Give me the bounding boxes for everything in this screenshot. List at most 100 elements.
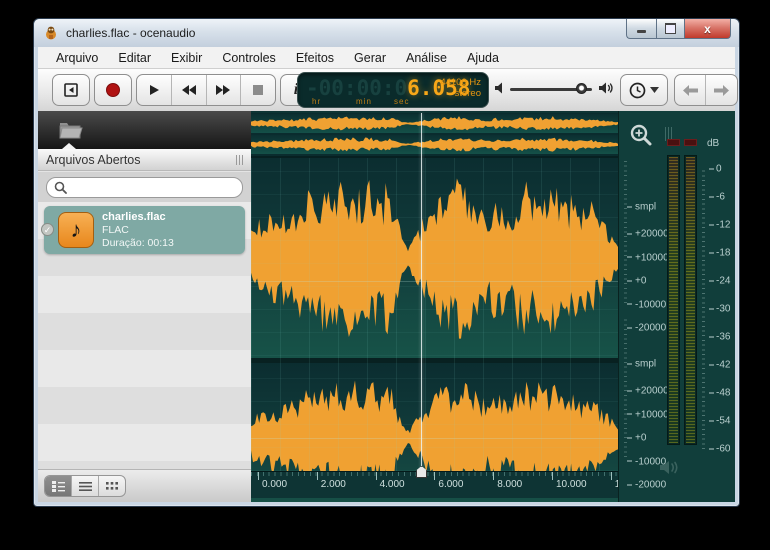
fast-forward-button[interactable] <box>207 75 242 105</box>
db-tick-label: 0 <box>709 164 722 175</box>
history-nav-group <box>674 74 738 106</box>
amplitude-label: +20000 <box>627 229 669 240</box>
zoom-in-icon[interactable] <box>629 123 653 147</box>
unit-sec-label: sec <box>394 97 409 106</box>
title-bar[interactable]: charlies.flac - ocenaudio x <box>34 19 739 47</box>
playhead-line <box>421 113 422 471</box>
volume-low-icon <box>494 81 506 95</box>
file-duration: Duração: 00:13 <box>102 237 174 250</box>
overview-channel-left <box>251 114 618 133</box>
timeline-major-tick <box>258 472 259 480</box>
grid-overlay <box>251 158 618 471</box>
db-tick-label: -36 <box>709 332 730 343</box>
level-meter-left <box>667 155 680 445</box>
panel-grip-icon[interactable] <box>236 155 243 165</box>
search-input[interactable] <box>71 179 236 196</box>
stop-button[interactable] <box>241 75 275 105</box>
minimize-icon <box>637 30 646 33</box>
view-mode-group <box>44 475 126 497</box>
minimize-button[interactable] <box>626 19 656 39</box>
menu-item-arquivo[interactable]: Arquivo <box>46 49 108 67</box>
amplitude-label: +0 <box>627 276 646 287</box>
amplitude-label: +20000 <box>627 386 669 397</box>
file-format: FLAC <box>102 224 174 237</box>
time-display: -00:00:06.058 hr min sec 44100 Hz stereo <box>297 72 489 108</box>
search-icon <box>54 181 67 194</box>
menu-item-ajuda[interactable]: Ajuda <box>457 49 509 67</box>
chevron-down-icon <box>650 87 659 93</box>
db-tick-label: -54 <box>709 416 730 427</box>
file-check-icon[interactable]: ✓ <box>41 223 54 236</box>
db-tick-label: -42 <box>709 360 730 371</box>
play-button[interactable] <box>137 75 172 105</box>
view-details-icon <box>52 481 65 492</box>
amplitude-label: smpl <box>627 202 656 213</box>
menu-bar: ArquivoEditarExibirControlesEfeitosGerar… <box>38 47 735 69</box>
view-grid-icon <box>106 481 118 492</box>
clip-indicator-left[interactable] <box>667 139 680 146</box>
overview-strip[interactable] <box>251 113 618 158</box>
panel-title: Arquivos Abertos <box>46 153 236 167</box>
rewind-button[interactable] <box>172 75 207 105</box>
timeline-major-tick <box>434 472 435 480</box>
timeline-major-tick <box>552 472 553 480</box>
close-icon: x <box>704 22 711 36</box>
go-to-start-button[interactable] <box>52 74 90 106</box>
go-to-start-icon <box>63 82 79 98</box>
monitor-speaker-icon[interactable] <box>659 459 681 476</box>
timeline-tick-label: 10.000 <box>556 479 587 490</box>
amplitude-label: -10000 <box>627 299 666 310</box>
time-format-button[interactable] <box>620 74 668 106</box>
timeline-tick-label: 0.000 <box>262 479 287 490</box>
fast-forward-icon <box>215 84 231 96</box>
clock-icon <box>629 82 646 99</box>
menu-item-controles[interactable]: Controles <box>212 49 286 67</box>
waveform-editor[interactable]: 0.0002.0004.0006.0008.00010.00012.000 sm… <box>251 111 735 502</box>
menu-item-gerar[interactable]: Gerar <box>344 49 396 67</box>
close-button[interactable]: x <box>685 19 731 39</box>
maximize-icon <box>665 23 676 34</box>
view-grid-button[interactable] <box>99 476 125 496</box>
menu-item-efeitos[interactable]: Efeitos <box>286 49 344 67</box>
record-button[interactable] <box>94 74 132 106</box>
undo-back-button[interactable] <box>675 75 706 105</box>
sidebar-bottom-bar <box>38 469 251 502</box>
timeline-major-tick <box>493 472 494 480</box>
view-details-button[interactable] <box>45 476 72 496</box>
amplitude-label: +10000 <box>627 252 669 263</box>
timeline-ruler[interactable]: 0.0002.0004.0006.0008.00010.00012.000 <box>251 471 618 498</box>
menu-item-análise[interactable]: Análise <box>396 49 457 67</box>
open-files-list: ✓ ♪ charlies.flac FLAC Duração: 00:13 <box>38 202 251 470</box>
volume-slider-knob[interactable] <box>576 83 587 94</box>
app-window: charlies.flac - ocenaudio x ArquivoEdita… <box>33 18 740 507</box>
record-icon <box>105 82 121 98</box>
amplitude-label: -20000 <box>627 323 666 334</box>
stereo-label: stereo <box>440 88 481 99</box>
menu-item-exibir[interactable]: Exibir <box>161 49 212 67</box>
window-title: charlies.flac - ocenaudio <box>66 26 195 40</box>
db-scale-title: dB <box>707 138 719 149</box>
volume-slider[interactable] <box>510 88 592 91</box>
transport-group <box>136 74 276 106</box>
db-tick-label: -6 <box>709 192 725 203</box>
toolbar: i -00:00:06.058 hr min sec 44100 Hz ster… <box>38 69 735 112</box>
sample-rate-label: 44100 Hz <box>440 77 481 88</box>
open-files-folder-icon[interactable] <box>58 119 84 141</box>
file-name: charlies.flac <box>102 211 174 224</box>
maximize-button[interactable] <box>656 19 685 39</box>
redo-forward-button[interactable] <box>706 75 736 105</box>
file-list-item[interactable]: ✓ ♪ charlies.flac FLAC Duração: 00:13 <box>44 206 245 254</box>
amplitude-label: -20000 <box>627 480 666 491</box>
menu-item-editar[interactable]: Editar <box>108 49 161 67</box>
amplitude-label: +0 <box>627 433 646 444</box>
stop-icon <box>252 84 264 96</box>
sidebar-tab-strip <box>38 111 251 149</box>
screenshot-stage: charlies.flac - ocenaudio x ArquivoEdita… <box>0 0 770 550</box>
clip-indicator-right[interactable] <box>684 139 697 146</box>
search-box[interactable] <box>46 177 243 198</box>
unit-min-label: min <box>356 97 372 106</box>
view-list-button[interactable] <box>72 476 99 496</box>
app-icon <box>44 26 58 40</box>
format-readout: 44100 Hz stereo <box>440 77 481 99</box>
waveform-view[interactable] <box>251 158 618 471</box>
